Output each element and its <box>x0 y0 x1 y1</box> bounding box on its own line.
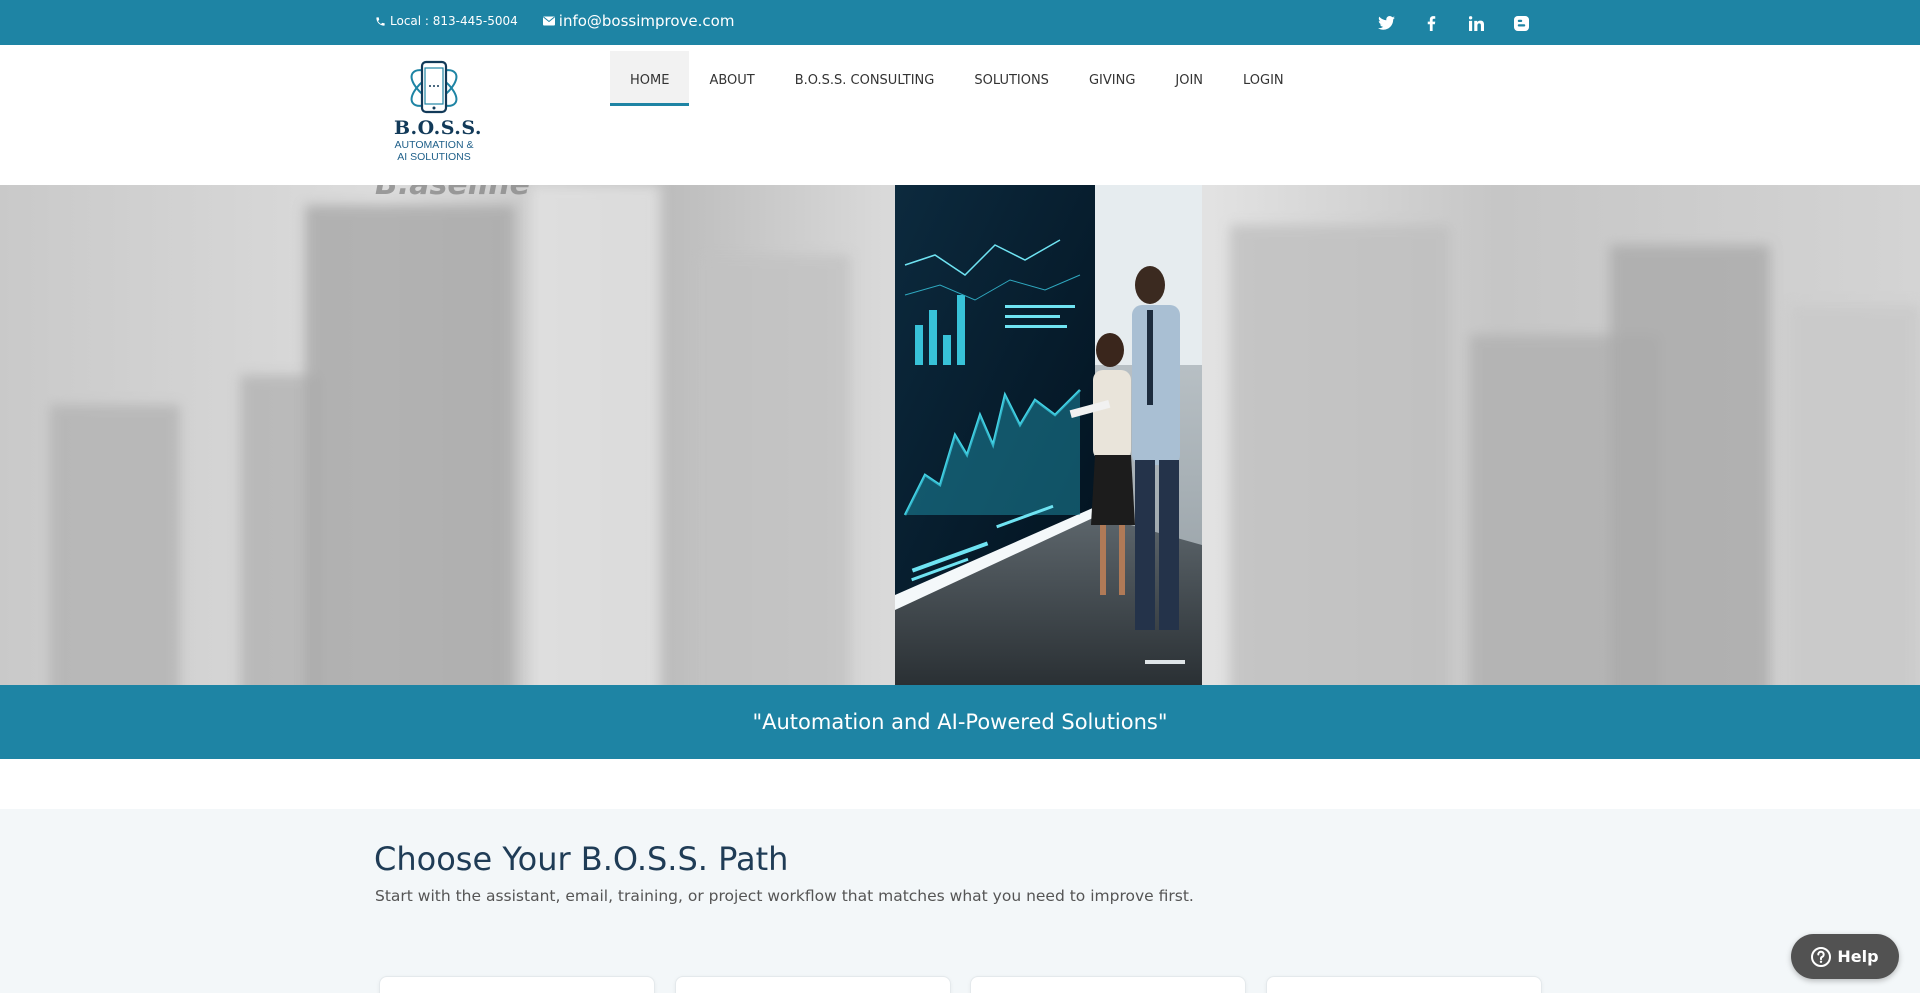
contact-info: Local : 813-445-5004 info@bossimprove.co… <box>375 12 759 30</box>
background-building <box>700 255 850 685</box>
logo-subtitle-line1: AUTOMATION & <box>394 139 474 151</box>
blogger-icon[interactable] <box>1510 12 1532 34</box>
site-header: B.O.S.S. AUTOMATION & AI SOLUTIONS HOME … <box>0 45 1920 185</box>
path-card[interactable] <box>675 976 951 993</box>
path-section: Choose Your B.O.S.S. Path Start with the… <box>0 809 1920 993</box>
envelope-icon <box>542 16 555 26</box>
background-building <box>305 205 515 685</box>
linkedin-icon[interactable] <box>1465 12 1487 34</box>
background-building <box>1790 305 1920 685</box>
path-card[interactable] <box>970 976 1246 993</box>
help-label: Help <box>1837 947 1879 966</box>
path-card[interactable] <box>1266 976 1542 993</box>
background-building <box>1230 225 1450 685</box>
phone-text: Local : 813-445-5004 <box>390 14 518 28</box>
social-links <box>1375 12 1532 34</box>
site-logo[interactable]: B.O.S.S. AUTOMATION & AI SOLUTIONS <box>394 57 483 163</box>
phone-contact[interactable]: Local : 813-445-5004 <box>375 14 518 28</box>
nav-about[interactable]: ABOUT <box>689 51 774 106</box>
path-card[interactable] <box>379 976 655 993</box>
facebook-icon[interactable] <box>1420 12 1442 34</box>
phone-icon <box>376 16 385 26</box>
email-contact[interactable]: info@bossimprove.com <box>542 12 735 30</box>
top-bar: Local : 813-445-5004 info@bossimprove.co… <box>0 0 1920 45</box>
main-nav: HOME ABOUT B.O.S.S. CONSULTING SOLUTIONS… <box>610 51 1304 106</box>
nav-join[interactable]: JOIN <box>1155 51 1223 106</box>
nav-giving[interactable]: GIVING <box>1069 51 1155 106</box>
email-text: info@bossimprove.com <box>558 12 735 30</box>
question-circle-icon <box>1811 946 1832 967</box>
hero-caption: B.aseline <box>375 185 530 202</box>
phone-orbit-logo-icon <box>410 60 458 114</box>
background-building <box>50 405 180 685</box>
logo-subtitle-line2: AI SOLUTIONS <box>397 151 471 163</box>
hero-photo <box>895 185 1202 685</box>
section-description: Start with the assistant, email, trainin… <box>375 887 1194 905</box>
twitter-icon[interactable] <box>1375 12 1397 34</box>
tagline-text: "Automation and AI-Powered Solutions" <box>752 710 1168 734</box>
nav-home[interactable]: HOME <box>610 51 690 106</box>
nav-boss-consulting[interactable]: B.O.S.S. CONSULTING <box>775 51 955 106</box>
background-building <box>1610 245 1770 685</box>
background-building <box>530 185 660 685</box>
logo-title: B.O.S.S. <box>394 117 483 139</box>
section-heading: Choose Your B.O.S.S. Path <box>374 840 789 878</box>
hero-banner: B.aseline <box>0 185 1920 685</box>
tagline-band: "Automation and AI-Powered Solutions" <box>0 685 1920 759</box>
nav-solutions[interactable]: SOLUTIONS <box>954 51 1069 106</box>
nav-login[interactable]: LOGIN <box>1223 51 1304 106</box>
help-button[interactable]: Help <box>1791 934 1899 979</box>
